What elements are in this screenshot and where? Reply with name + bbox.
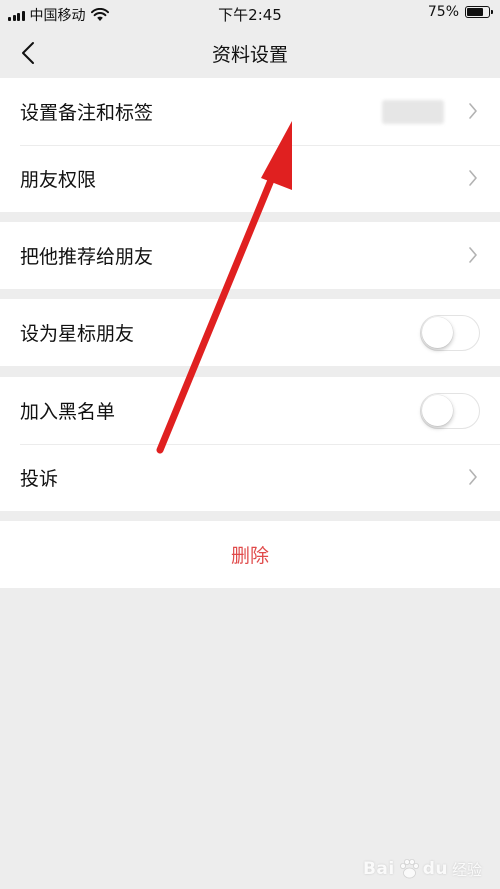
status-time: 下午2:45 — [218, 6, 282, 24]
battery-icon — [465, 6, 493, 18]
paw-icon — [399, 859, 419, 879]
watermark-brand-suffix: du — [422, 859, 448, 879]
toggle-knob — [422, 395, 453, 426]
permissions-label: 朋友权限 — [20, 169, 97, 191]
group-delete: 删除 — [0, 521, 500, 588]
row-remarks-tags[interactable]: 设置备注和标签 — [0, 78, 500, 145]
row-star-friend: 设为星标朋友 — [0, 299, 500, 366]
delete-label: 删除 — [230, 545, 269, 567]
group-profile: 设置备注和标签 朋友权限 — [0, 78, 500, 212]
blacklist-label: 加入黑名单 — [20, 401, 116, 423]
screen: 中国移动 下午2:45 75% 资料设置 设置备注和标签 朋友权限 把他推荐给朋… — [0, 0, 500, 889]
remarks-value-blurred — [382, 100, 444, 124]
status-right: 75% — [427, 4, 493, 20]
chevron-right-icon — [469, 247, 477, 263]
blacklist-toggle[interactable] — [420, 393, 480, 429]
row-blacklist: 加入黑名单 — [0, 377, 500, 444]
page-title: 资料设置 — [211, 44, 288, 66]
status-bar: 中国移动 下午2:45 75% — [0, 0, 500, 28]
chevron-right-icon — [469, 469, 477, 485]
remarks-label: 设置备注和标签 — [20, 102, 154, 124]
chevron-right-icon — [469, 103, 477, 119]
group-recommend: 把他推荐给朋友 — [0, 222, 500, 289]
recommend-label: 把他推荐给朋友 — [20, 246, 154, 268]
group-star: 设为星标朋友 — [0, 299, 500, 366]
watermark-brand: Bai — [362, 859, 395, 879]
complain-label: 投诉 — [20, 468, 59, 490]
star-toggle[interactable] — [420, 315, 480, 351]
group-block: 加入黑名单 投诉 — [0, 377, 500, 511]
toggle-knob — [422, 317, 453, 348]
battery-percent: 75% — [427, 4, 459, 20]
watermark-sub: 经验 — [451, 860, 482, 879]
delete-button[interactable]: 删除 — [0, 521, 500, 588]
chevron-right-icon — [469, 170, 477, 186]
baidu-watermark: Bai du 经验 — [363, 857, 482, 881]
row-friend-permissions[interactable]: 朋友权限 — [0, 145, 500, 212]
star-label: 设为星标朋友 — [20, 323, 135, 345]
nav-bar: 资料设置 — [0, 28, 500, 78]
row-recommend[interactable]: 把他推荐给朋友 — [0, 222, 500, 289]
battery-fill — [467, 8, 483, 16]
row-complain[interactable]: 投诉 — [0, 444, 500, 511]
